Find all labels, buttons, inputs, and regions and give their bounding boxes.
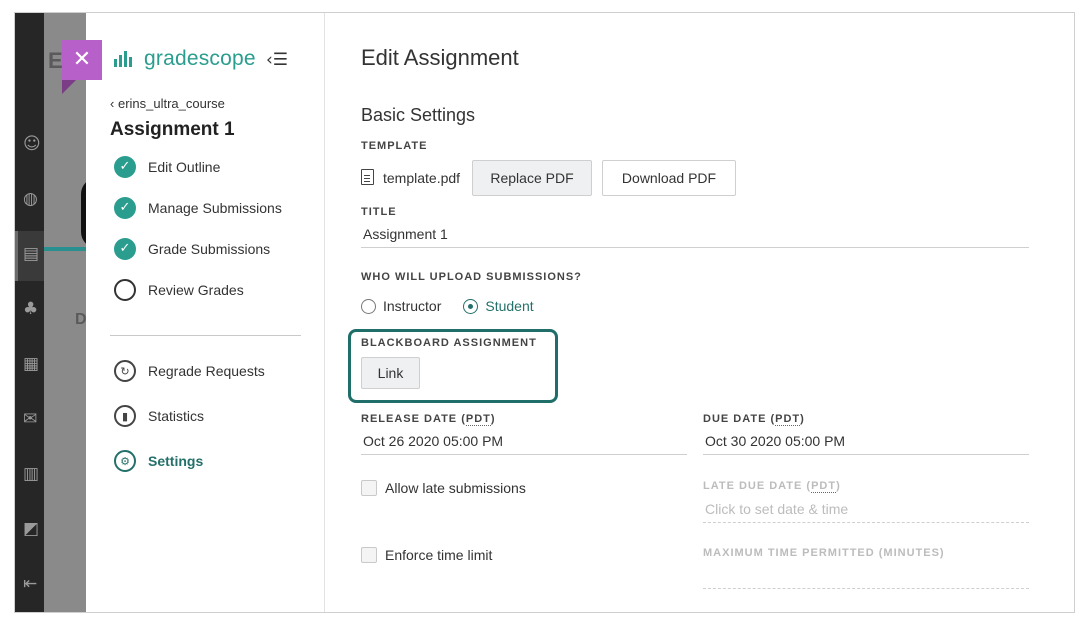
uploaders-label: WHO WILL UPLOAD SUBMISSIONS? bbox=[361, 271, 582, 283]
brand-name: gradescope bbox=[144, 47, 256, 70]
tz-abbr: PDT bbox=[465, 413, 491, 426]
nav-manage-submissions[interactable]: ✓ Manage Submissions bbox=[114, 197, 282, 219]
nav-label: Statistics bbox=[148, 408, 205, 424]
title-input[interactable]: Assignment 1 bbox=[361, 223, 1029, 248]
late-due-date-input[interactable]: Click to set date & time bbox=[703, 498, 1029, 523]
tools-icon: ◩ bbox=[23, 519, 40, 539]
student-radio-label[interactable]: Student bbox=[485, 298, 533, 314]
title-label: TITLE bbox=[361, 206, 397, 218]
nav-review-grades[interactable]: Review Grades bbox=[114, 279, 244, 301]
nav-label: Regrade Requests bbox=[148, 363, 265, 379]
check-circle-icon: ✓ bbox=[114, 197, 136, 219]
link-button[interactable]: Link bbox=[361, 357, 420, 389]
app-frame: ☺ ◍ ▤ ♣ ▦ ✉ ▥ ◩ ⇤ E D ✕ gradescope ‹☰ ‹ … bbox=[14, 12, 1075, 613]
file-icon bbox=[361, 169, 374, 185]
nav-grade-submissions[interactable]: ✓ Grade Submissions bbox=[114, 238, 270, 260]
section-title: Basic Settings bbox=[361, 105, 476, 125]
nav-edit-outline[interactable]: ✓ Edit Outline bbox=[114, 156, 220, 178]
assignment-title: Assignment 1 bbox=[110, 119, 235, 140]
late-due-date-label: LATE DUE DATE (PDT) bbox=[703, 480, 841, 493]
nav-regrade-requests[interactable]: ↻ Regrade Requests bbox=[114, 360, 265, 382]
host-letter-d: D bbox=[75, 311, 87, 328]
nav-label: Manage Submissions bbox=[148, 200, 282, 216]
uploaders-radio-group: Instructor Student bbox=[361, 298, 556, 314]
nav-statistics[interactable]: ▮ Statistics bbox=[114, 405, 204, 427]
nav-divider bbox=[110, 335, 301, 336]
close-button-tail bbox=[62, 80, 76, 94]
nav-label: Settings bbox=[148, 453, 204, 469]
replace-pdf-button[interactable]: Replace PDF bbox=[472, 160, 592, 196]
user-icon: ☺ bbox=[23, 134, 41, 154]
nav-label: Review Grades bbox=[148, 282, 244, 298]
release-date-label: RELEASE DATE (PDT) bbox=[361, 413, 496, 426]
host-tab-underline bbox=[44, 247, 86, 251]
grades-icon: ▥ bbox=[23, 464, 40, 484]
check-circle-icon: ✓ bbox=[114, 238, 136, 260]
chevron-left-icon: ‹ bbox=[110, 96, 115, 111]
groups-icon: ♣ bbox=[23, 299, 39, 319]
host-content-dim: E D bbox=[44, 13, 87, 612]
mail-icon: ✉ bbox=[23, 409, 38, 429]
breadcrumb[interactable]: ‹ erins_ultra_course bbox=[110, 96, 225, 111]
nav-settings[interactable]: ⚙ Settings bbox=[114, 450, 203, 472]
globe-icon: ◍ bbox=[23, 189, 38, 209]
template-file-name[interactable]: template.pdf bbox=[383, 170, 460, 186]
template-label: TEMPLATE bbox=[361, 140, 428, 152]
check-circle-icon: ✓ bbox=[114, 156, 136, 178]
breadcrumb-course: erins_ultra_course bbox=[117, 96, 225, 111]
blackboard-label: BLACKBOARD ASSIGNMENT bbox=[361, 337, 537, 349]
late-submissions-label[interactable]: Allow late submissions bbox=[385, 480, 526, 496]
late-submissions-checkbox-row[interactable]: Allow late submissions bbox=[361, 480, 526, 496]
due-date-label: DUE DATE (PDT) bbox=[703, 413, 805, 426]
collapse-sidebar-icon[interactable]: ‹☰ bbox=[266, 50, 288, 70]
calendar-icon: ▦ bbox=[23, 354, 40, 374]
close-button[interactable]: ✕ bbox=[62, 40, 102, 80]
max-time-input[interactable] bbox=[703, 564, 1029, 589]
brand-logo[interactable]: gradescope bbox=[114, 47, 256, 71]
time-limit-checkbox[interactable] bbox=[361, 547, 377, 563]
sidebar: gradescope ‹☰ ‹ erins_ultra_course Assig… bbox=[86, 13, 325, 612]
courses-icon: ▤ bbox=[23, 244, 40, 264]
late-submissions-checkbox[interactable] bbox=[361, 480, 377, 496]
time-limit-label[interactable]: Enforce time limit bbox=[385, 547, 492, 563]
tz-abbr: PDT bbox=[811, 480, 837, 493]
host-letter-e: E bbox=[48, 48, 63, 73]
release-date-input[interactable]: Oct 26 2020 05:00 PM bbox=[361, 430, 687, 455]
page-title: Edit Assignment bbox=[361, 45, 519, 70]
instructor-radio-label[interactable]: Instructor bbox=[383, 298, 441, 314]
signout-icon: ⇤ bbox=[23, 574, 38, 594]
statistics-icon: ▮ bbox=[114, 405, 136, 427]
time-limit-checkbox-row[interactable]: Enforce time limit bbox=[361, 547, 492, 563]
host-nav-rail: ☺ ◍ ▤ ♣ ▦ ✉ ▥ ◩ ⇤ bbox=[15, 13, 44, 612]
regrade-icon: ↻ bbox=[114, 360, 136, 382]
student-radio[interactable] bbox=[463, 298, 479, 314]
max-time-label: MAXIMUM TIME PERMITTED (MINUTES) bbox=[703, 547, 945, 559]
nav-label: Edit Outline bbox=[148, 159, 221, 175]
nav-label: Grade Submissions bbox=[148, 241, 271, 257]
due-date-input[interactable]: Oct 30 2020 05:00 PM bbox=[703, 430, 1029, 455]
main-panel: Edit Assignment Basic Settings TEMPLATE … bbox=[326, 13, 1074, 612]
download-pdf-button[interactable]: Download PDF bbox=[602, 160, 736, 196]
brand-bars-icon bbox=[114, 51, 132, 67]
settings-icon: ⚙ bbox=[114, 450, 136, 472]
instructor-radio[interactable] bbox=[361, 298, 376, 314]
tz-abbr: PDT bbox=[775, 413, 801, 426]
empty-circle-icon bbox=[114, 279, 136, 301]
